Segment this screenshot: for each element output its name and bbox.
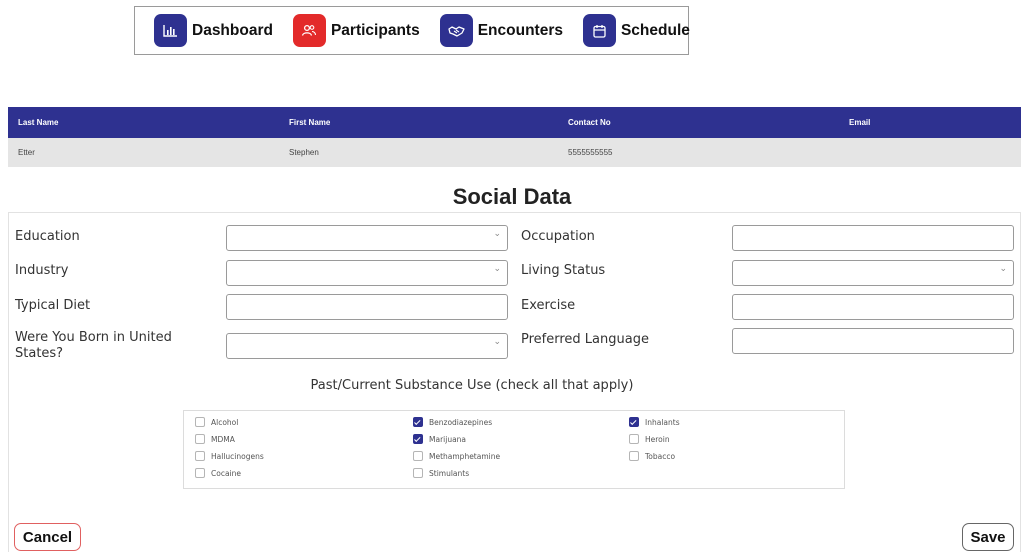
industry-select[interactable] bbox=[226, 260, 508, 286]
nav-schedule-label: Schedule bbox=[620, 21, 690, 39]
checkbox-box[interactable] bbox=[195, 417, 205, 427]
typical-diet-label: Typical Diet bbox=[15, 298, 91, 313]
occupation-label: Occupation bbox=[521, 229, 595, 244]
table-row[interactable]: Etter Stephen 5555555555 bbox=[8, 138, 1021, 167]
nav-participants[interactable]: Participants bbox=[292, 14, 420, 48]
checkbox-heroin[interactable]: Heroin bbox=[629, 434, 670, 444]
preferred-language-label: Preferred Language bbox=[521, 332, 649, 347]
calendar-icon bbox=[582, 14, 616, 47]
checkbox-label: Methamphetamine bbox=[429, 451, 501, 461]
checkbox-label: Alcohol bbox=[211, 417, 239, 427]
nav-participants-label: Participants bbox=[330, 21, 420, 39]
handshake-icon bbox=[439, 14, 473, 47]
checkbox-box[interactable] bbox=[629, 434, 639, 444]
save-button[interactable]: Save bbox=[962, 523, 1014, 551]
checkbox-label: Marijuana bbox=[429, 434, 467, 444]
cell-first-name: Stephen bbox=[289, 148, 319, 157]
checkbox-box[interactable] bbox=[195, 451, 205, 461]
checkbox-methamphetamine[interactable]: Methamphetamine bbox=[413, 451, 500, 461]
checkbox-alcohol[interactable]: Alcohol bbox=[195, 417, 238, 427]
substance-checkbox-group: Alcohol Benzodiazepines Inhalants MDMA M… bbox=[183, 410, 845, 489]
cell-last-name: Etter bbox=[18, 148, 35, 157]
checkbox-label: Hallucinogens bbox=[211, 451, 264, 461]
nav-encounters-label: Encounters bbox=[477, 21, 563, 39]
exercise-label: Exercise bbox=[521, 298, 576, 313]
education-select[interactable] bbox=[226, 225, 508, 251]
header-contact-no: Contact No bbox=[568, 118, 611, 127]
people-icon bbox=[292, 14, 326, 47]
nav-schedule[interactable]: Schedule bbox=[582, 14, 690, 48]
checkbox-benzodiazepines[interactable]: Benzodiazepines bbox=[413, 417, 492, 427]
checkbox-label: Tobacco bbox=[645, 451, 676, 461]
checkbox-stimulants[interactable]: Stimulants bbox=[413, 468, 469, 478]
checkbox-box[interactable] bbox=[413, 417, 423, 427]
header-first-name: First Name bbox=[289, 118, 331, 127]
born-us-select[interactable] bbox=[226, 333, 508, 359]
substance-use-title: Past/Current Substance Use (check all th… bbox=[310, 378, 634, 393]
header-last-name: Last Name bbox=[18, 118, 59, 127]
checkbox-inhalants[interactable]: Inhalants bbox=[629, 417, 680, 427]
checkbox-hallucinogens[interactable]: Hallucinogens bbox=[195, 451, 264, 461]
checkbox-box[interactable] bbox=[629, 417, 639, 427]
occupation-input[interactable] bbox=[732, 225, 1014, 251]
checkbox-mdma[interactable]: MDMA bbox=[195, 434, 235, 444]
checkbox-label: MDMA bbox=[211, 434, 235, 444]
checkbox-box[interactable] bbox=[413, 434, 423, 444]
cancel-button[interactable]: Cancel bbox=[14, 523, 81, 551]
checkbox-label: Benzodiazepines bbox=[429, 417, 493, 427]
header-email: Email bbox=[849, 118, 871, 127]
checkbox-box[interactable] bbox=[195, 434, 205, 444]
checkbox-cocaine[interactable]: Cocaine bbox=[195, 468, 241, 478]
checkbox-label: Stimulants bbox=[429, 468, 470, 478]
exercise-input[interactable] bbox=[732, 294, 1014, 320]
checkbox-label: Heroin bbox=[645, 434, 670, 444]
nav-dashboard[interactable]: Dashboard bbox=[154, 14, 273, 48]
checkbox-box[interactable] bbox=[413, 468, 423, 478]
living-status-select[interactable] bbox=[732, 260, 1014, 286]
preferred-language-input[interactable] bbox=[732, 328, 1014, 354]
checkbox-label: Cocaine bbox=[211, 468, 241, 478]
industry-label: Industry bbox=[15, 263, 69, 278]
top-navigation: Dashboard Participants Encounters Schedu… bbox=[134, 6, 690, 55]
living-status-label: Living Status bbox=[521, 263, 606, 278]
checkbox-label: Inhalants bbox=[645, 417, 680, 427]
page-title: Social Data bbox=[452, 184, 572, 209]
checkbox-tobacco[interactable]: Tobacco bbox=[629, 451, 675, 461]
nav-dashboard-label: Dashboard bbox=[192, 21, 273, 39]
checkbox-box[interactable] bbox=[195, 468, 205, 478]
checkbox-marijuana[interactable]: Marijuana bbox=[413, 434, 466, 444]
participant-table: Last Name First Name Contact No Email Et… bbox=[8, 107, 1021, 167]
chart-icon bbox=[154, 14, 187, 47]
typical-diet-input[interactable] bbox=[226, 294, 508, 320]
education-label: Education bbox=[15, 229, 80, 244]
cell-contact-no: 5555555555 bbox=[568, 148, 613, 157]
table-header: Last Name First Name Contact No Email bbox=[8, 107, 1021, 138]
checkbox-box[interactable] bbox=[413, 451, 423, 461]
checkbox-box[interactable] bbox=[629, 451, 639, 461]
born-us-label: Were You Born in United States? bbox=[15, 330, 172, 361]
nav-encounters[interactable]: Encounters bbox=[439, 14, 563, 48]
